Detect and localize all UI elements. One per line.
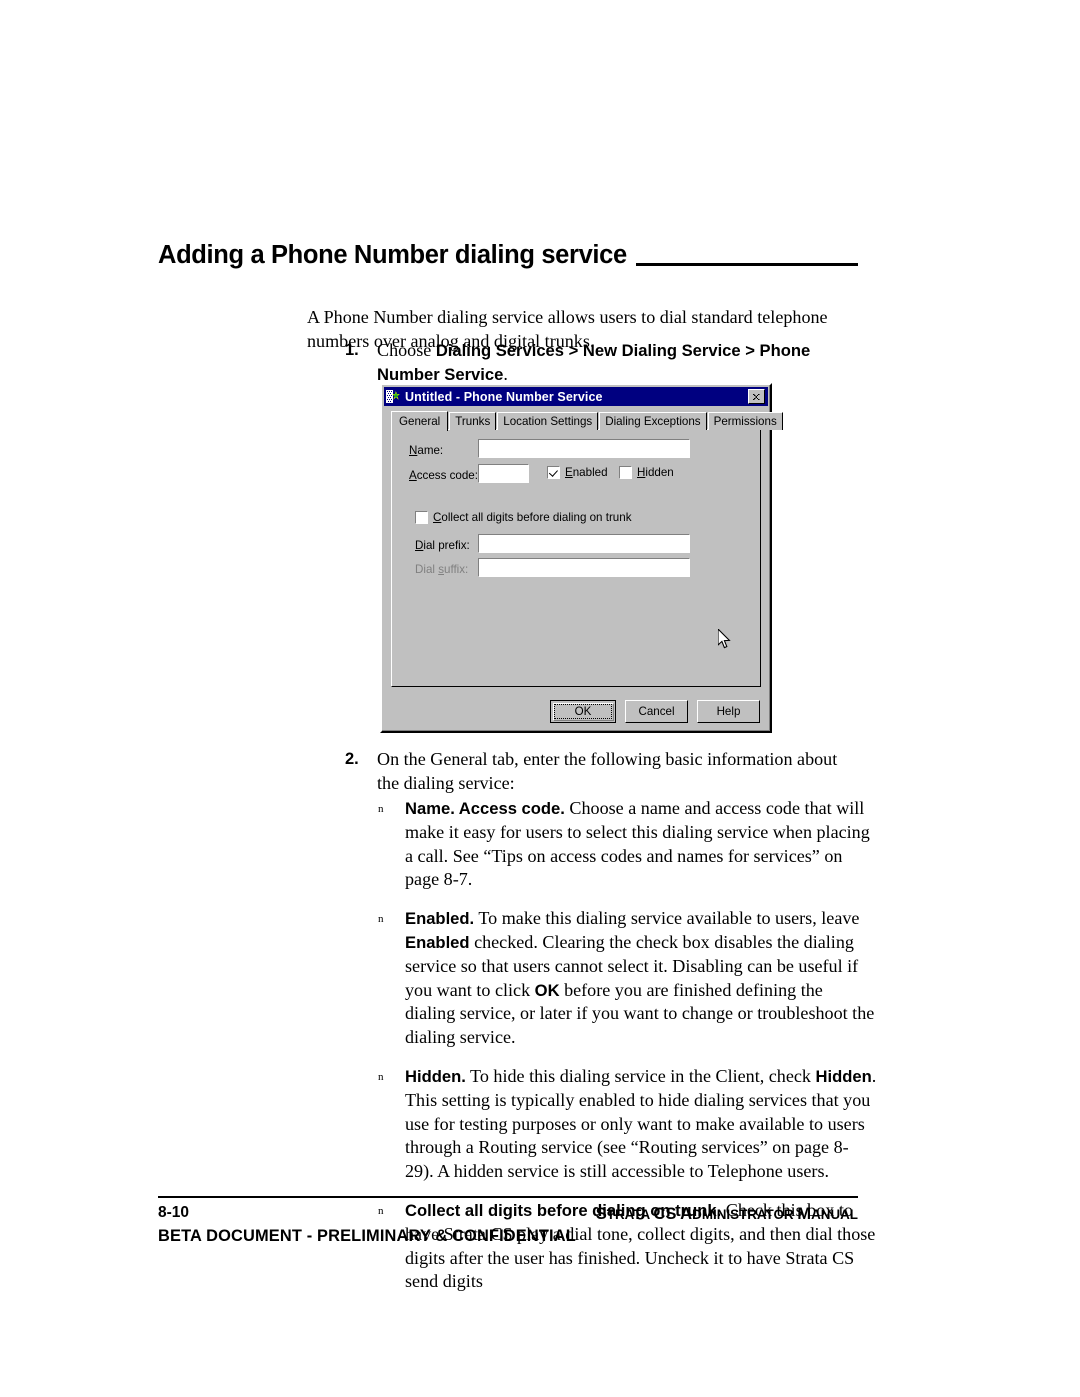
collect-digits-label: Collect all digits before dialing on tru… bbox=[433, 510, 632, 524]
footer-manual-title: STRATA CS ADMINISTRATOR MANUAL bbox=[595, 1204, 858, 1223]
enabled-checkbox-row[interactable]: Enabled bbox=[547, 466, 608, 479]
bullet-body: To hide this dialing service in the Clie… bbox=[465, 1065, 816, 1086]
bullet-term: Hidden. bbox=[405, 1066, 466, 1086]
footer-page-number: 8-10 bbox=[158, 1204, 190, 1221]
enabled-checkbox[interactable] bbox=[547, 466, 560, 479]
bullet-term-inline-2: OK bbox=[534, 980, 560, 1000]
access-code-input[interactable] bbox=[478, 464, 529, 483]
bullet-term: Name. Access code. bbox=[405, 799, 565, 818]
hidden-checkbox[interactable] bbox=[619, 466, 632, 479]
list-item: n Name. Access code. Choose a name and a… bbox=[377, 797, 877, 892]
tab-general[interactable]: General bbox=[391, 411, 449, 431]
bullet-term-inline: Hidden bbox=[815, 1066, 872, 1086]
footer-beta-notice: BETA DOCUMENT - PRELIMINARY & CONFIDENTI… bbox=[158, 1227, 576, 1245]
hidden-checkbox-row[interactable]: Hidden bbox=[619, 466, 674, 479]
bullet-body: To make this dialing service available t… bbox=[474, 908, 860, 929]
step-1-lead: Choose bbox=[377, 340, 436, 360]
bullet-term: Enabled. bbox=[405, 909, 475, 929]
step-1-tail: . bbox=[503, 363, 508, 384]
step-2-body: On the General tab, enter the following … bbox=[377, 749, 838, 793]
enabled-label: Enabled bbox=[565, 465, 608, 479]
tab-permissions[interactable]: Permissions bbox=[707, 412, 783, 430]
tab-trunks[interactable]: Trunks bbox=[449, 412, 497, 430]
dial-suffix-label: Dial suffix: bbox=[415, 563, 469, 576]
collect-digits-checkbox-row[interactable]: Collect all digits before dialing on tru… bbox=[415, 511, 632, 524]
phone-number-service-dialog[interactable]: Untitled - Phone Number Service General … bbox=[380, 383, 783, 733]
dialog-tabstrip[interactable]: General Trunks Location Settings Dialing… bbox=[391, 411, 783, 431]
dial-prefix-input[interactable] bbox=[478, 534, 690, 553]
collect-digits-checkbox[interactable] bbox=[415, 511, 428, 524]
hidden-label: Hidden bbox=[637, 465, 674, 479]
bullet-term-inline: Enabled bbox=[405, 932, 470, 952]
list-item: n Hidden. To hide this dialing service i… bbox=[377, 1065, 877, 1184]
square-bullet-icon: n bbox=[378, 913, 384, 926]
general-tab-panel: Name: Access code: Enabled Hidden Collec… bbox=[391, 429, 761, 687]
footer-rule bbox=[158, 1196, 858, 1198]
phone-service-icon bbox=[386, 389, 401, 404]
ok-button[interactable]: OK bbox=[550, 700, 616, 723]
page-title: Adding a Phone Number dialing service bbox=[158, 241, 858, 269]
name-input[interactable] bbox=[478, 439, 690, 458]
tab-dialing-exceptions[interactable]: Dialing Exceptions bbox=[599, 412, 707, 430]
cancel-button[interactable]: Cancel bbox=[625, 700, 688, 723]
dial-suffix-input bbox=[478, 558, 690, 577]
page-title-text: Adding a Phone Number dialing service bbox=[158, 241, 627, 269]
access-code-label: Access code: bbox=[409, 469, 478, 482]
dial-prefix-label: Dial prefix: bbox=[415, 539, 470, 552]
tab-location-settings[interactable]: Location Settings bbox=[497, 412, 599, 430]
step-2-number: 2. bbox=[345, 750, 359, 768]
close-icon[interactable] bbox=[748, 389, 765, 404]
list-item: n Enabled. To make this dialing service … bbox=[377, 907, 877, 1050]
help-button[interactable]: Help bbox=[697, 700, 760, 723]
name-label: Name: bbox=[409, 444, 444, 457]
square-bullet-icon: n bbox=[378, 1204, 384, 1217]
square-bullet-icon: n bbox=[378, 803, 384, 815]
title-underline-rule bbox=[635, 262, 858, 266]
document-page: Adding a Phone Number dialing service A … bbox=[0, 0, 1080, 1397]
dialog-button-row[interactable]: OK Cancel Help bbox=[550, 700, 760, 723]
step-1-number: 1. bbox=[345, 341, 359, 359]
square-bullet-icon: n bbox=[378, 1070, 384, 1083]
step-1-body: Choose Dialing Services > New Dialing Se… bbox=[377, 339, 857, 387]
step-1-menu-path: Dialing Services > New Dialing Service >… bbox=[377, 341, 811, 384]
dialog-titlebar[interactable]: Untitled - Phone Number Service bbox=[384, 387, 768, 406]
dialog-title: Untitled - Phone Number Service bbox=[405, 389, 603, 404]
